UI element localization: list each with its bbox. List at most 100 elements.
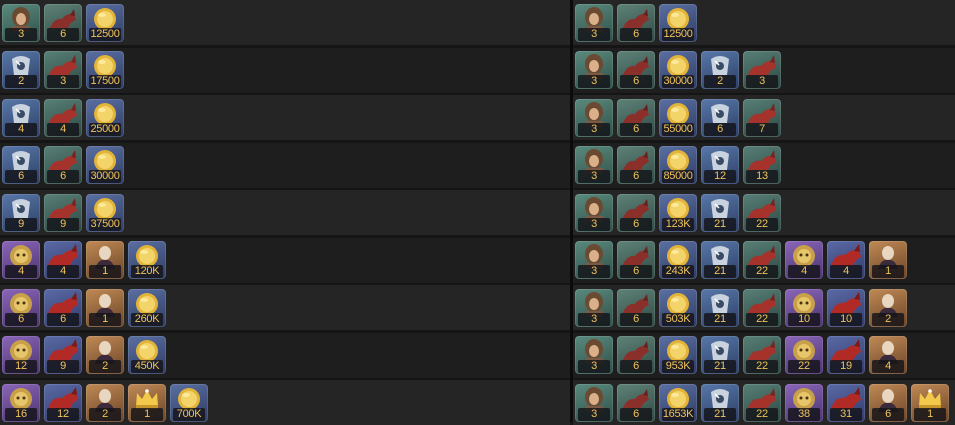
item-quantity: 1 — [89, 265, 121, 278]
item-quantity: 2 — [872, 312, 904, 326]
silver-armor-icon[interactable]: 21 — [701, 241, 739, 279]
hero-portrait-icon[interactable]: 3 — [575, 241, 613, 279]
bust-icon[interactable]: 6 — [869, 383, 907, 422]
item-quantity: 3 — [578, 122, 610, 136]
item-quantity: 2 — [89, 360, 121, 373]
lion-helm-icon[interactable]: 10 — [785, 288, 823, 327]
mount-icon[interactable]: 6 — [617, 241, 655, 279]
lion-helm-icon[interactable]: 22 — [785, 336, 823, 374]
red-mount-icon[interactable]: 3 — [743, 51, 781, 89]
item-quantity: 21 — [704, 407, 736, 421]
red-mount-icon[interactable]: 4 — [44, 98, 82, 137]
gold-coin-icon[interactable]: 700K — [170, 383, 208, 422]
bust-icon[interactable]: 1 — [86, 288, 124, 327]
red-mount-icon[interactable]: 22 — [743, 193, 781, 232]
mount-icon[interactable]: 6 — [617, 193, 655, 232]
bust-icon[interactable]: 2 — [869, 288, 907, 327]
crimson-mount-icon[interactable]: 9 — [44, 336, 82, 374]
gold-coin-icon[interactable]: 953K — [659, 336, 697, 374]
crimson-mount-icon[interactable]: 31 — [827, 383, 865, 422]
item-quantity: 7 — [746, 122, 778, 136]
lion-helm-icon[interactable]: 12 — [2, 336, 40, 374]
crimson-mount-icon[interactable]: 4 — [827, 241, 865, 279]
red-mount-icon[interactable]: 6 — [44, 146, 82, 184]
silver-armor-icon[interactable]: 2 — [701, 51, 739, 89]
gold-coin-icon[interactable]: 243K — [659, 241, 697, 279]
gold-coin-icon[interactable]: 120K — [128, 241, 166, 279]
gold-coin-icon[interactable]: 37500 — [86, 193, 124, 232]
gold-coin-icon[interactable]: 260K — [128, 288, 166, 327]
silver-armor-icon[interactable]: 12 — [701, 146, 739, 184]
silver-armor-icon[interactable]: 4 — [2, 98, 40, 137]
item-quantity: 25000 — [89, 122, 121, 136]
hero-portrait-icon[interactable]: 3 — [575, 383, 613, 422]
crown-icon[interactable]: 1 — [128, 383, 166, 422]
silver-armor-icon[interactable]: 2 — [2, 51, 40, 89]
lion-helm-icon[interactable]: 4 — [2, 241, 40, 279]
bust-icon[interactable]: 1 — [869, 241, 907, 279]
hero-portrait-icon[interactable]: 3 — [2, 3, 40, 42]
silver-armor-icon[interactable]: 9 — [2, 193, 40, 232]
silver-armor-icon[interactable]: 21 — [701, 383, 739, 422]
hero-portrait-icon[interactable]: 3 — [575, 51, 613, 89]
silver-armor-icon[interactable]: 21 — [701, 193, 739, 232]
mount-icon[interactable]: 6 — [44, 3, 82, 42]
lion-helm-icon[interactable]: 38 — [785, 383, 823, 422]
mount-icon[interactable]: 6 — [617, 51, 655, 89]
silver-armor-icon[interactable]: 6 — [2, 146, 40, 184]
item-quantity: 4 — [788, 265, 820, 278]
red-mount-icon[interactable]: 22 — [743, 383, 781, 422]
silver-armor-icon[interactable]: 6 — [701, 98, 739, 137]
silver-armor-icon[interactable]: 21 — [701, 288, 739, 327]
table-row: 3 6 243K 21 22 4 4 1 — [573, 237, 955, 283]
item-quantity: 4 — [5, 122, 37, 136]
crimson-mount-icon[interactable]: 19 — [827, 336, 865, 374]
bust-icon[interactable]: 4 — [869, 336, 907, 374]
red-mount-icon[interactable]: 13 — [743, 146, 781, 184]
gold-coin-icon[interactable]: 1653K — [659, 383, 697, 422]
hero-portrait-icon[interactable]: 3 — [575, 98, 613, 137]
red-mount-icon[interactable]: 22 — [743, 288, 781, 327]
mount-icon[interactable]: 6 — [617, 336, 655, 374]
red-mount-icon[interactable]: 22 — [743, 241, 781, 279]
gold-coin-icon[interactable]: 12500 — [659, 3, 697, 42]
gold-coin-icon[interactable]: 503K — [659, 288, 697, 327]
hero-portrait-icon[interactable]: 3 — [575, 288, 613, 327]
crimson-mount-icon[interactable]: 12 — [44, 383, 82, 422]
bust-icon[interactable]: 2 — [86, 336, 124, 374]
crimson-mount-icon[interactable]: 4 — [44, 241, 82, 279]
gold-coin-icon[interactable]: 30000 — [86, 146, 124, 184]
bust-icon[interactable]: 1 — [86, 241, 124, 279]
lion-helm-icon[interactable]: 16 — [2, 383, 40, 422]
silver-armor-icon[interactable]: 21 — [701, 336, 739, 374]
hero-portrait-icon[interactable]: 3 — [575, 146, 613, 184]
crimson-mount-icon[interactable]: 10 — [827, 288, 865, 327]
hero-portrait-icon[interactable]: 3 — [575, 193, 613, 232]
red-mount-icon[interactable]: 9 — [44, 193, 82, 232]
gold-coin-icon[interactable]: 85000 — [659, 146, 697, 184]
item-quantity: 4 — [872, 360, 904, 373]
bust-icon[interactable]: 2 — [86, 383, 124, 422]
gold-coin-icon[interactable]: 12500 — [86, 3, 124, 42]
gold-coin-icon[interactable]: 30000 — [659, 51, 697, 89]
hero-portrait-icon[interactable]: 3 — [575, 336, 613, 374]
gold-coin-icon[interactable]: 123K — [659, 193, 697, 232]
mount-icon[interactable]: 6 — [617, 146, 655, 184]
mount-icon[interactable]: 6 — [617, 288, 655, 327]
gold-coin-icon[interactable]: 17500 — [86, 51, 124, 89]
red-mount-icon[interactable]: 3 — [44, 51, 82, 89]
lion-helm-icon[interactable]: 4 — [785, 241, 823, 279]
red-mount-icon[interactable]: 22 — [743, 336, 781, 374]
crimson-mount-icon[interactable]: 6 — [44, 288, 82, 327]
gold-coin-icon[interactable]: 25000 — [86, 98, 124, 137]
crown-icon[interactable]: 1 — [911, 383, 949, 422]
mount-icon[interactable]: 6 — [617, 3, 655, 42]
gold-coin-icon[interactable]: 450K — [128, 336, 166, 374]
item-quantity: 6 — [47, 170, 79, 183]
mount-icon[interactable]: 6 — [617, 98, 655, 137]
mount-icon[interactable]: 6 — [617, 383, 655, 422]
lion-helm-icon[interactable]: 6 — [2, 288, 40, 327]
hero-portrait-icon[interactable]: 3 — [575, 3, 613, 42]
red-mount-icon[interactable]: 7 — [743, 98, 781, 137]
gold-coin-icon[interactable]: 55000 — [659, 98, 697, 137]
